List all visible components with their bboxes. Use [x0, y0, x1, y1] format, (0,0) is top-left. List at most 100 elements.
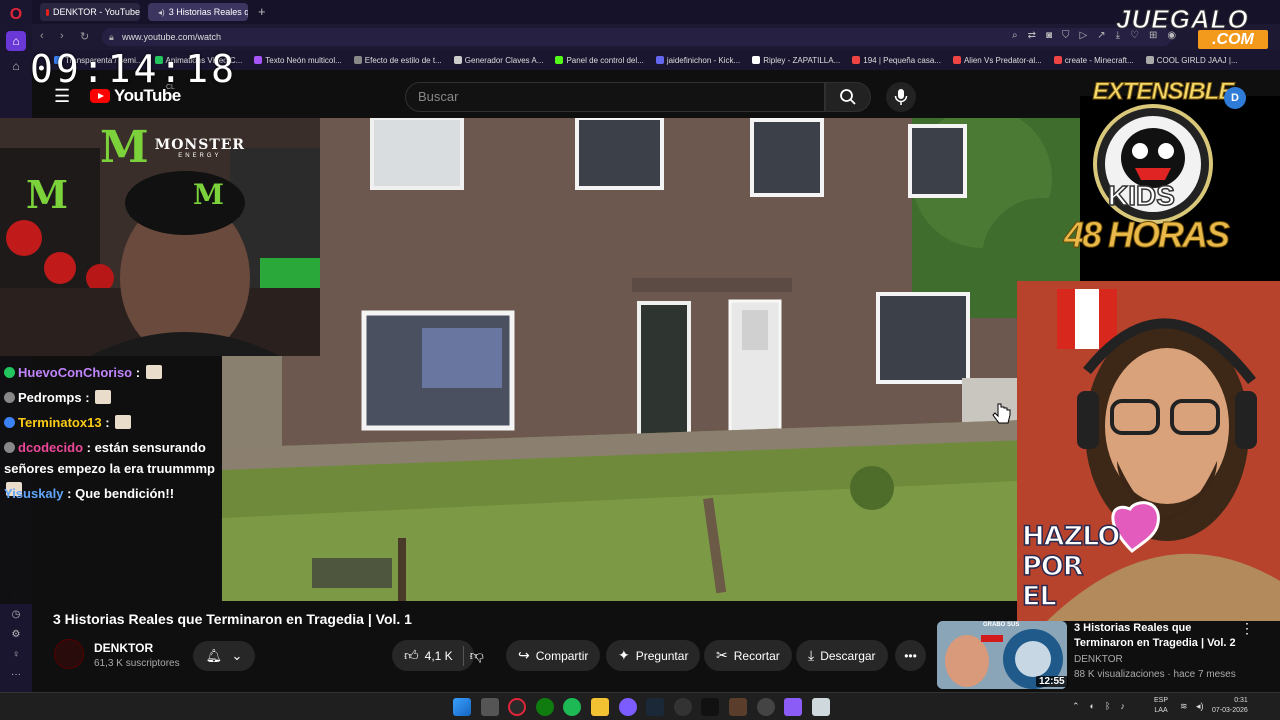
chat-username[interactable]: Terminatox13: [18, 415, 102, 430]
video-frame: [222, 118, 1082, 601]
kids-label: KIDS: [1107, 179, 1175, 212]
subscriber-count: 61,3 K suscriptores: [94, 658, 180, 669]
spotify-icon[interactable]: [563, 698, 581, 716]
like-count: 4,1 K: [424, 648, 453, 663]
notification-bell-button[interactable]: 🔔︎ ⌄: [193, 641, 255, 671]
more-dots-icon[interactable]: ···: [6, 664, 26, 684]
bookmark-favicon-icon: [1145, 56, 1154, 64]
settings-gear-icon[interactable]: ⚙: [6, 624, 26, 644]
bookmark-item[interactable]: Efecto de estilo de t...: [353, 56, 442, 65]
scissors-icon: ✂: [716, 647, 728, 663]
search-icon[interactable]: ⌕: [1012, 30, 1018, 41]
tray-app-icon[interactable]: ◐: [1090, 701, 1095, 712]
language-indicator[interactable]: ESP LAA: [1154, 696, 1168, 716]
chat-badge-icon: [4, 417, 15, 428]
recommended-channel[interactable]: DENKTOR: [1074, 654, 1123, 665]
url-text: www.youtube.com/watch: [122, 32, 222, 42]
video-player[interactable]: [222, 118, 1082, 601]
volume-icon[interactable]: ◂): [1196, 701, 1204, 712]
bookmark-favicon-icon: [752, 56, 761, 64]
capcut-icon[interactable]: [701, 698, 719, 716]
steam-icon[interactable]: [646, 698, 664, 716]
voice-search-button[interactable]: [886, 82, 916, 112]
calculator-icon[interactable]: [812, 698, 830, 716]
mic-tray-icon[interactable]: ♪: [1120, 701, 1125, 712]
lock-icon: 🔒︎: [109, 32, 114, 42]
lightbulb-icon[interactable]: ♀: [6, 644, 26, 664]
bookmark-item[interactable]: create - Minecraft...: [1053, 56, 1134, 65]
chat-username[interactable]: dcodecido: [18, 440, 83, 455]
chat-badge-icon: [4, 367, 15, 378]
download-icon: ⤓: [808, 647, 815, 663]
camera-icon[interactable]: ◙: [1046, 30, 1052, 41]
new-tab-button[interactable]: +: [258, 4, 266, 19]
recommended-meta: 88 K visualizaciones · hace 7 meses: [1074, 669, 1236, 680]
hazlo-line-1: HAZLO: [1021, 521, 1121, 553]
translate-icon[interactable]: ⇄: [1028, 30, 1036, 41]
bookmark-item[interactable]: Generador Claves A...: [453, 55, 544, 65]
profile-avatar[interactable]: D: [1224, 87, 1246, 109]
history-icon[interactable]: ◷: [6, 604, 26, 624]
bookmark-item[interactable]: Ripley - ZAPATILLA...: [752, 56, 840, 65]
shield-icon[interactable]: ⛉: [1062, 30, 1070, 41]
file-explorer-icon[interactable]: [591, 698, 609, 716]
xbox-icon[interactable]: [536, 698, 554, 716]
chat-emote-icon: [95, 390, 112, 404]
chat-username[interactable]: Yisuskaly: [4, 486, 64, 501]
tab-bar: DENKTOR - YouTube ◂) 3 Historias Reales …: [32, 0, 1280, 24]
clip-button[interactable]: ✂ Recortar: [704, 640, 792, 671]
minecraft-icon[interactable]: [729, 698, 747, 716]
chat-separator: :: [83, 440, 95, 455]
channel-name[interactable]: DENKTOR: [94, 641, 153, 655]
chrome-icon[interactable]: [757, 698, 775, 716]
more-actions-button[interactable]: •••: [895, 640, 926, 671]
home-icon[interactable]: ⌂: [6, 31, 26, 51]
chat-username[interactable]: HuevoConChoriso: [18, 365, 132, 380]
tab-denktor-youtube[interactable]: DENKTOR - YouTube: [40, 3, 140, 21]
bookmark-label: Texto Neón multicol...: [265, 55, 342, 65]
opera-logo-icon[interactable]: O: [6, 5, 26, 25]
clock-tray[interactable]: 0:31 07-03-2026: [1212, 696, 1248, 716]
bluetooth-icon[interactable]: ᛒ: [1105, 701, 1110, 712]
share-button[interactable]: ↪ Compartir: [506, 640, 601, 671]
play-icon[interactable]: ▷: [1080, 30, 1088, 41]
bookmark-item[interactable]: Texto Neón multicol...: [254, 55, 342, 65]
like-button[interactable]: 👍︎ 4,1 K 👎︎: [392, 640, 484, 671]
pin-icon[interactable]: ⌂: [6, 56, 26, 76]
bookmark-item[interactable]: 194 | Pequeña casa...: [852, 56, 941, 65]
bookmark-label: Generador Claves A...: [464, 55, 544, 65]
bookmark-item[interactable]: Panel de control del...: [555, 56, 644, 65]
bookmark-item[interactable]: COOL GIRLD JAAJ |...: [1145, 56, 1238, 65]
chat-username[interactable]: Pedromps: [18, 390, 82, 405]
search-input[interactable]: Buscar: [405, 82, 825, 112]
channel-avatar[interactable]: [54, 639, 84, 669]
windows-taskbar: ⌃ ◐ ᛒ ♪ ESP LAA ≋ ◂) 0:31 07-03-2026: [0, 692, 1280, 720]
share-arrow-icon: ↪: [518, 647, 530, 663]
windows-start-icon[interactable]: [453, 698, 471, 716]
wifi-icon[interactable]: ≋: [1180, 701, 1188, 712]
forward-icon[interactable]: ›: [60, 30, 64, 42]
recommended-title[interactable]: 3 Historias Reales que Terminaron en Tra…: [1074, 621, 1244, 651]
task-view-icon[interactable]: [481, 698, 499, 716]
download-button[interactable]: ⤓ Descargar: [796, 640, 888, 671]
bookmark-favicon-icon: [1053, 56, 1062, 64]
tab-historias-reales[interactable]: ◂) 3 Historias Reales que: [148, 3, 248, 21]
bookmark-item[interactable]: jaidefinichon - Kick...: [655, 56, 740, 65]
opera-taskbar-icon[interactable]: [508, 698, 526, 716]
messenger-icon[interactable]: [619, 698, 637, 716]
chat-badge-icon: [4, 392, 15, 403]
chevron-down-icon: ⌄: [231, 648, 243, 663]
reload-icon[interactable]: ↻: [80, 30, 89, 43]
more-vertical-icon[interactable]: ⋮: [1240, 620, 1254, 637]
back-icon[interactable]: ‹: [40, 30, 44, 42]
ask-button[interactable]: ✦ Preguntar: [606, 640, 701, 671]
twitch-icon[interactable]: [784, 698, 802, 716]
bookmark-item[interactable]: Alien Vs Predator-al...: [952, 56, 1042, 65]
search-button[interactable]: [825, 82, 871, 112]
monster-claw-icon: M: [100, 122, 149, 173]
download-label: Descargar: [820, 648, 876, 663]
chevron-up-icon[interactable]: ⌃: [1072, 701, 1080, 712]
share-icon[interactable]: ↗: [1097, 30, 1105, 41]
obs-icon[interactable]: [674, 698, 692, 716]
tray-date: 07-03-2026: [1212, 707, 1248, 714]
